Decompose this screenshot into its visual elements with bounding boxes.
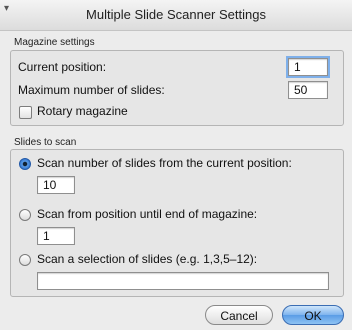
rotary-magazine-label: Rotary magazine	[37, 104, 128, 118]
scan-number-radio[interactable]	[19, 158, 31, 170]
current-position-field[interactable]	[288, 58, 328, 76]
settings-dialog: ▾ Multiple Slide Scanner Settings Magazi…	[0, 0, 352, 330]
max-slides-label: Maximum number of slides:	[18, 83, 165, 97]
ok-button[interactable]: OK	[282, 305, 344, 325]
scan-number-field[interactable]	[37, 176, 75, 194]
rotary-magazine-checkbox[interactable]	[19, 106, 32, 119]
scan-selection-field[interactable]	[37, 272, 329, 290]
cancel-button[interactable]: Cancel	[205, 305, 273, 325]
title-bar: ▾ Multiple Slide Scanner Settings	[0, 0, 352, 31]
dialog-title: Multiple Slide Scanner Settings	[86, 7, 266, 22]
slides-to-scan-label: Slides to scan	[14, 137, 77, 148]
max-slides-field[interactable]	[288, 81, 328, 99]
scan-selection-label: Scan a selection of slides (e.g. 1,3,5–1…	[37, 252, 258, 266]
scan-until-end-label: Scan from position until end of magazine…	[37, 207, 258, 221]
current-position-label: Current position:	[18, 60, 107, 74]
scan-number-label: Scan number of slides from the current p…	[37, 156, 292, 170]
magazine-settings-label: Magazine settings	[14, 37, 95, 48]
scan-until-end-field[interactable]	[37, 227, 75, 245]
scan-until-end-radio[interactable]	[19, 209, 31, 221]
scan-selection-radio[interactable]	[19, 254, 31, 266]
